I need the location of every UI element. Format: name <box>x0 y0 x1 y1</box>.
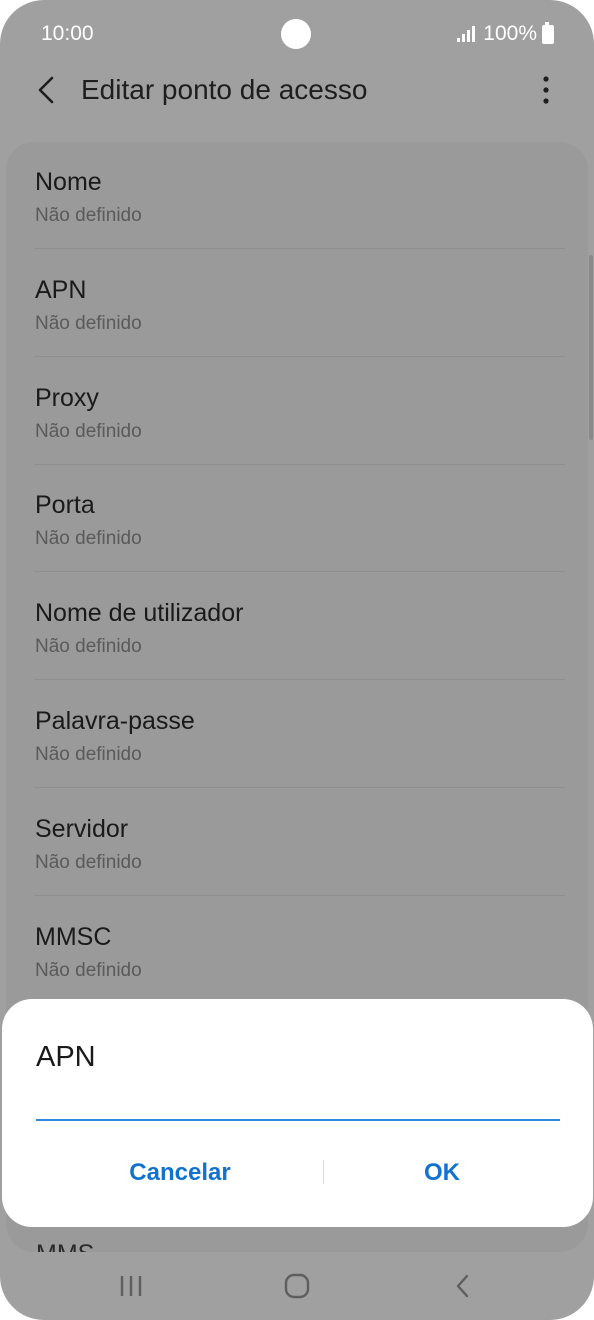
apn-input[interactable] <box>36 1087 560 1121</box>
setting-value: Não definido <box>35 313 142 334</box>
setting-nome[interactable]: Nome Não definido <box>34 142 565 249</box>
battery-icon <box>542 21 554 44</box>
cancel-button[interactable]: Cancelar <box>82 1151 278 1195</box>
navigation-bar <box>0 1252 594 1320</box>
front-camera <box>281 19 311 49</box>
scrollbar[interactable] <box>589 255 593 440</box>
status-bar: 10:00 100% <box>0 0 594 68</box>
setting-value: Não definido <box>35 852 142 873</box>
setting-title: Nome de utilizador <box>35 599 244 627</box>
setting-porta[interactable]: Porta Não definido <box>34 465 565 572</box>
battery-percent: 100% <box>483 22 537 45</box>
recent-apps-icon[interactable] <box>117 1274 145 1298</box>
apn-dialog: APN Cancelar OK <box>2 999 593 1227</box>
setting-mms-partial: MMS <box>36 1240 94 1252</box>
button-divider <box>323 1160 324 1184</box>
setting-value: Não definido <box>35 744 142 765</box>
status-time: 10:00 <box>41 22 94 45</box>
setting-servidor[interactable]: Servidor Não definido <box>34 789 565 896</box>
page-title: Editar ponto de acesso <box>81 74 368 105</box>
setting-value: Não definido <box>35 960 142 981</box>
dialog-title: APN <box>36 1041 96 1073</box>
setting-value: Não definido <box>35 421 142 442</box>
setting-title: Palavra-passe <box>35 707 195 735</box>
back-arrow-icon[interactable] <box>30 72 64 108</box>
setting-value: Não definido <box>35 636 142 657</box>
setting-username[interactable]: Nome de utilizador Não definido <box>34 573 565 680</box>
status-indicators: 100% <box>455 21 554 46</box>
ok-button[interactable]: OK <box>344 1151 540 1195</box>
setting-title: Servidor <box>35 815 129 843</box>
setting-title: MMSC <box>35 923 112 951</box>
signal-icon <box>455 26 476 42</box>
home-icon[interactable] <box>284 1273 310 1299</box>
setting-proxy[interactable]: Proxy Não definido <box>34 358 565 465</box>
setting-value: Não definido <box>35 528 142 549</box>
setting-mmsc[interactable]: MMSC Não definido <box>34 897 565 1004</box>
setting-password[interactable]: Palavra-passe Não definido <box>34 681 565 788</box>
setting-title: Nome <box>35 168 102 196</box>
setting-title: Porta <box>35 491 95 519</box>
setting-title: Proxy <box>35 384 99 412</box>
nav-back-icon[interactable] <box>452 1272 474 1300</box>
app-bar: Editar ponto de acesso <box>0 60 594 122</box>
setting-title: APN <box>35 276 87 304</box>
setting-apn[interactable]: APN Não definido <box>34 250 565 357</box>
phone-screen: 10:00 100% Editar ponto de acesso Nome N… <box>0 0 594 1320</box>
more-vertical-icon[interactable] <box>530 74 562 106</box>
setting-value: Não definido <box>35 205 142 226</box>
